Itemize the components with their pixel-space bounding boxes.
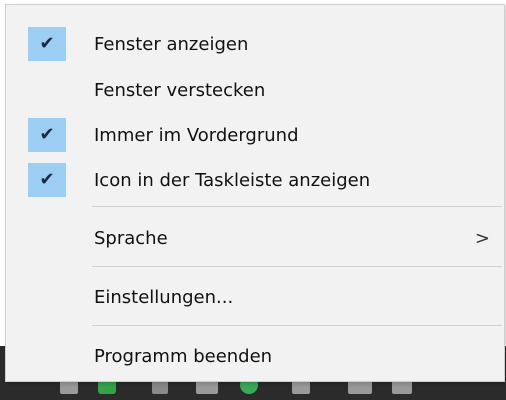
menu-item-language[interactable]: Sprache > [6,221,504,255]
menu-item-show-window[interactable]: ✔ Fenster anzeigen [6,27,504,61]
menu-item-label: Sprache [94,227,168,249]
check-cell: ✔ [28,27,66,61]
menu-separator [92,206,502,207]
chevron-right-icon: > [474,227,490,249]
desktop-stage: ✔ Fenster anzeigen Fenster verstecken ✔ … [0,0,506,400]
checkmark-icon: ✔ [39,124,55,145]
menu-item-show-taskbar-icon[interactable]: ✔ Icon in der Taskleiste anzeigen [6,163,504,197]
menu-item-exit[interactable]: Programm beenden [6,339,504,373]
menu-item-label: Icon in der Taskleiste anzeigen [94,169,371,191]
menu-item-settings[interactable]: Einstellungen... [6,280,504,314]
menu-separator [92,266,502,267]
menu-item-label: Programm beenden [94,345,273,367]
context-menu: ✔ Fenster anzeigen Fenster verstecken ✔ … [5,4,505,382]
menu-separator [92,325,502,326]
menu-item-label: Fenster anzeigen [94,33,249,55]
check-cell: ✔ [28,118,66,152]
menu-item-label: Immer im Vordergrund [94,124,299,146]
checkmark-icon: ✔ [39,169,55,190]
menu-item-label: Fenster verstecken [94,79,266,101]
menu-item-label: Einstellungen... [94,286,234,308]
checkmark-icon: ✔ [39,33,55,54]
menu-item-hide-window[interactable]: Fenster verstecken [6,73,504,107]
menu-item-always-on-top[interactable]: ✔ Immer im Vordergrund [6,118,504,152]
check-cell: ✔ [28,163,66,197]
